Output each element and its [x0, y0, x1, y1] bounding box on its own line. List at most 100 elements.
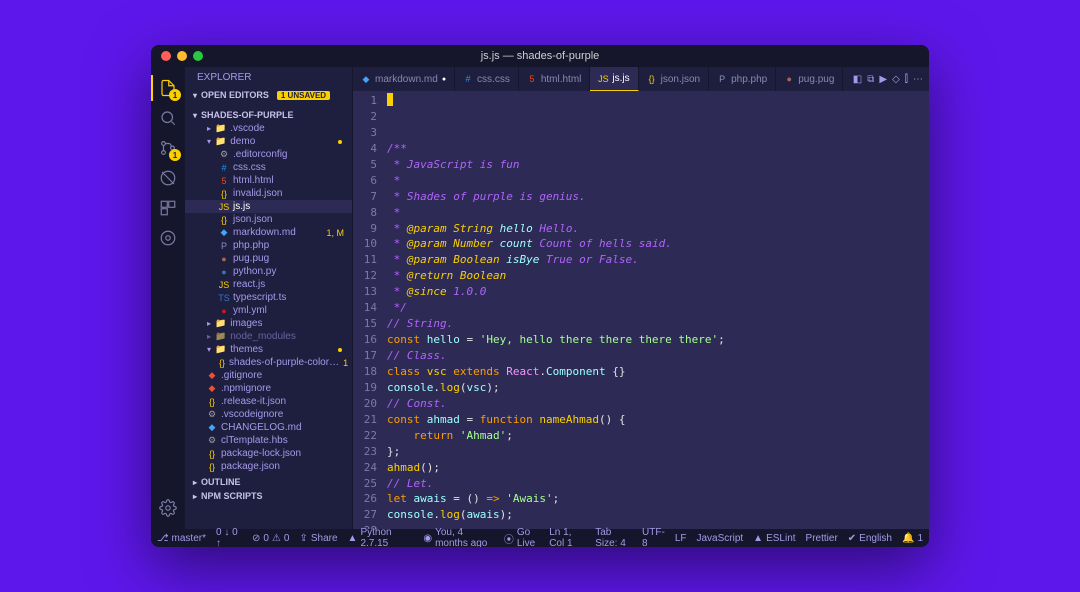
file-item[interactable]: JSreact.js [185, 278, 352, 291]
file-item[interactable]: ◆markdown.md1, M [185, 226, 352, 239]
file-item[interactable]: ⚙.vscodeignore [185, 408, 352, 421]
file-item[interactable]: {}invalid.json [185, 187, 352, 200]
code-line[interactable]: * @since 1.0.0 [387, 284, 925, 300]
color-picker-icon[interactable]: ◧ [853, 74, 862, 85]
code-line[interactable]: // Let. [387, 476, 925, 492]
workspace-root-header[interactable]: ▾ SHADES-OF-PURPLE [185, 108, 352, 122]
gitlens-icon[interactable] [151, 223, 185, 253]
search-icon[interactable] [151, 103, 185, 133]
code-editor[interactable]: 1234567891011121314151617181920212223242… [353, 91, 929, 529]
code-line[interactable]: /** [387, 141, 925, 157]
open-editors-header[interactable]: ▾ OPEN EDITORS 1 UNSAVED [185, 88, 352, 102]
code-line[interactable]: * @param String hello Hello. [387, 221, 925, 237]
tab-label: js.js [612, 73, 629, 84]
folder-item[interactable]: ▾📁themes [185, 343, 352, 356]
code-line[interactable]: const hello = 'Hey, hello there there th… [387, 332, 925, 348]
run-icon[interactable]: ▶ [879, 74, 887, 85]
code-line[interactable]: const ahmad = function nameAhmad() { [387, 412, 925, 428]
file-item[interactable]: ◆.gitignore [185, 369, 352, 382]
file-item[interactable]: {}json.json [185, 213, 352, 226]
file-item[interactable]: 5html.html [185, 174, 352, 187]
code-line[interactable]: * @return Boolean [387, 268, 925, 284]
file-item[interactable]: ◆CHANGELOG.md [185, 421, 352, 434]
compare-icon[interactable]: ⧉ [867, 74, 874, 85]
code-line[interactable]: // Const. [387, 396, 925, 412]
file-item[interactable]: JSjs.js [185, 200, 352, 213]
editor-tab[interactable]: ◆markdown.md● [353, 67, 455, 91]
preview-icon[interactable]: ◇ [892, 74, 900, 85]
source-control-icon[interactable]: 1 [151, 133, 185, 163]
code-line[interactable]: */ [387, 300, 925, 316]
code-line[interactable]: * [387, 205, 925, 221]
debug-icon[interactable] [151, 163, 185, 193]
file-item[interactable]: ⚙.editorconfig [185, 148, 352, 161]
npm-scripts-header[interactable]: ▸ NPM SCRIPTS [185, 489, 352, 503]
tab-size-status[interactable]: Tab Size: 4 [595, 527, 632, 547]
notifications-status[interactable]: 🔔 1 [902, 527, 923, 547]
file-item[interactable]: ●pug.pug [185, 252, 352, 265]
code-line[interactable]: let awais = () => 'Awais'; [387, 491, 925, 507]
python-status[interactable]: ▲ Python 2.7.15 [348, 527, 414, 547]
live-share-status[interactable]: ⇪ Share [299, 533, 337, 544]
code-line[interactable]: console.log(awais); [387, 507, 925, 523]
close-window-button[interactable] [161, 51, 171, 61]
split-editor-icon[interactable]: ⫿ [905, 74, 908, 85]
code-line[interactable]: * Shades of purple is genius. [387, 189, 925, 205]
code-line[interactable]: class vsc extends React.Component {} [387, 364, 925, 380]
go-live-status[interactable]: ⦿ Go Live [504, 527, 539, 547]
code-line[interactable]: }; [387, 444, 925, 460]
problems-status[interactable]: ⊘ 0 ⚠ 0 [252, 533, 289, 544]
eol-status[interactable]: LF [675, 527, 687, 547]
file-item[interactable]: ⚙clTemplate.hbs [185, 434, 352, 447]
minimize-window-button[interactable] [177, 51, 187, 61]
chevron-right-icon: ▸ [193, 492, 197, 501]
code-line[interactable]: // Class. [387, 348, 925, 364]
settings-gear-icon[interactable] [151, 493, 185, 523]
editor-tab[interactable]: Pphp.php [709, 67, 776, 91]
code-line[interactable]: * @param Boolean isBye True or False. [387, 252, 925, 268]
file-item[interactable]: ●yml.yml [185, 304, 352, 317]
file-item[interactable]: {}package-lock.json [185, 447, 352, 460]
editor-tab[interactable]: #css.css [455, 67, 519, 91]
file-item[interactable]: ◆.npmignore [185, 382, 352, 395]
more-actions-icon[interactable]: ⋯ [913, 74, 923, 85]
folder-item[interactable]: ▸📁node_modules [185, 330, 352, 343]
editor-tab[interactable]: 5html.html [519, 67, 591, 91]
outline-header[interactable]: ▸ OUTLINE [185, 475, 352, 489]
language-status[interactable]: JavaScript [696, 527, 743, 547]
code-line[interactable]: * [387, 173, 925, 189]
file-item[interactable]: {}shades-of-purple-color…1 [185, 356, 352, 369]
file-item[interactable]: TStypescript.ts [185, 291, 352, 304]
cursor-position-status[interactable]: Ln 1, Col 1 [549, 527, 585, 547]
code-line[interactable]: ahmad(); [387, 460, 925, 476]
cfg-file-icon: ⚙ [219, 149, 229, 160]
file-item[interactable]: Pphp.php [185, 239, 352, 252]
git-sync-status[interactable]: 0 ↓ 0 ↑ [216, 527, 242, 547]
code-line[interactable]: // String. [387, 316, 925, 332]
file-item[interactable]: #css.css [185, 161, 352, 174]
git-branch-status[interactable]: ⎇ master* [157, 533, 206, 544]
encoding-status[interactable]: UTF-8 [642, 527, 665, 547]
editor-tab[interactable]: ●pug.pug [776, 67, 843, 91]
explorer-icon[interactable]: 1 [151, 73, 185, 103]
folder-item[interactable]: ▾📁demo [185, 135, 352, 148]
folder-item[interactable]: ▸📁images [185, 317, 352, 330]
prettier-status[interactable]: Prettier [806, 527, 838, 547]
py-file-icon: ● [219, 267, 229, 277]
file-item[interactable]: {}package.json [185, 460, 352, 473]
code-content[interactable]: /** * JavaScript is fun * * Shades of pu… [383, 91, 929, 529]
git-blame-status[interactable]: ◉ You, 4 months ago [423, 527, 494, 547]
maximize-window-button[interactable] [193, 51, 203, 61]
folder-item[interactable]: ▸📁.vscode [185, 122, 352, 135]
editor-tab[interactable]: {}json.json [639, 67, 709, 91]
code-line[interactable]: return 'Ahmad'; [387, 428, 925, 444]
eslint-status[interactable]: ▲ ESLint [753, 527, 795, 547]
file-item[interactable]: ●python.py [185, 265, 352, 278]
code-line[interactable]: * @param Number count Count of hells sai… [387, 236, 925, 252]
code-line[interactable]: * JavaScript is fun [387, 157, 925, 173]
code-line[interactable]: console.log(vsc); [387, 380, 925, 396]
editor-tab[interactable]: JSjs.js [590, 67, 638, 91]
file-item[interactable]: {}.release-it.json [185, 395, 352, 408]
extensions-icon[interactable] [151, 193, 185, 223]
spell-check-status[interactable]: ✔ English [848, 527, 892, 547]
